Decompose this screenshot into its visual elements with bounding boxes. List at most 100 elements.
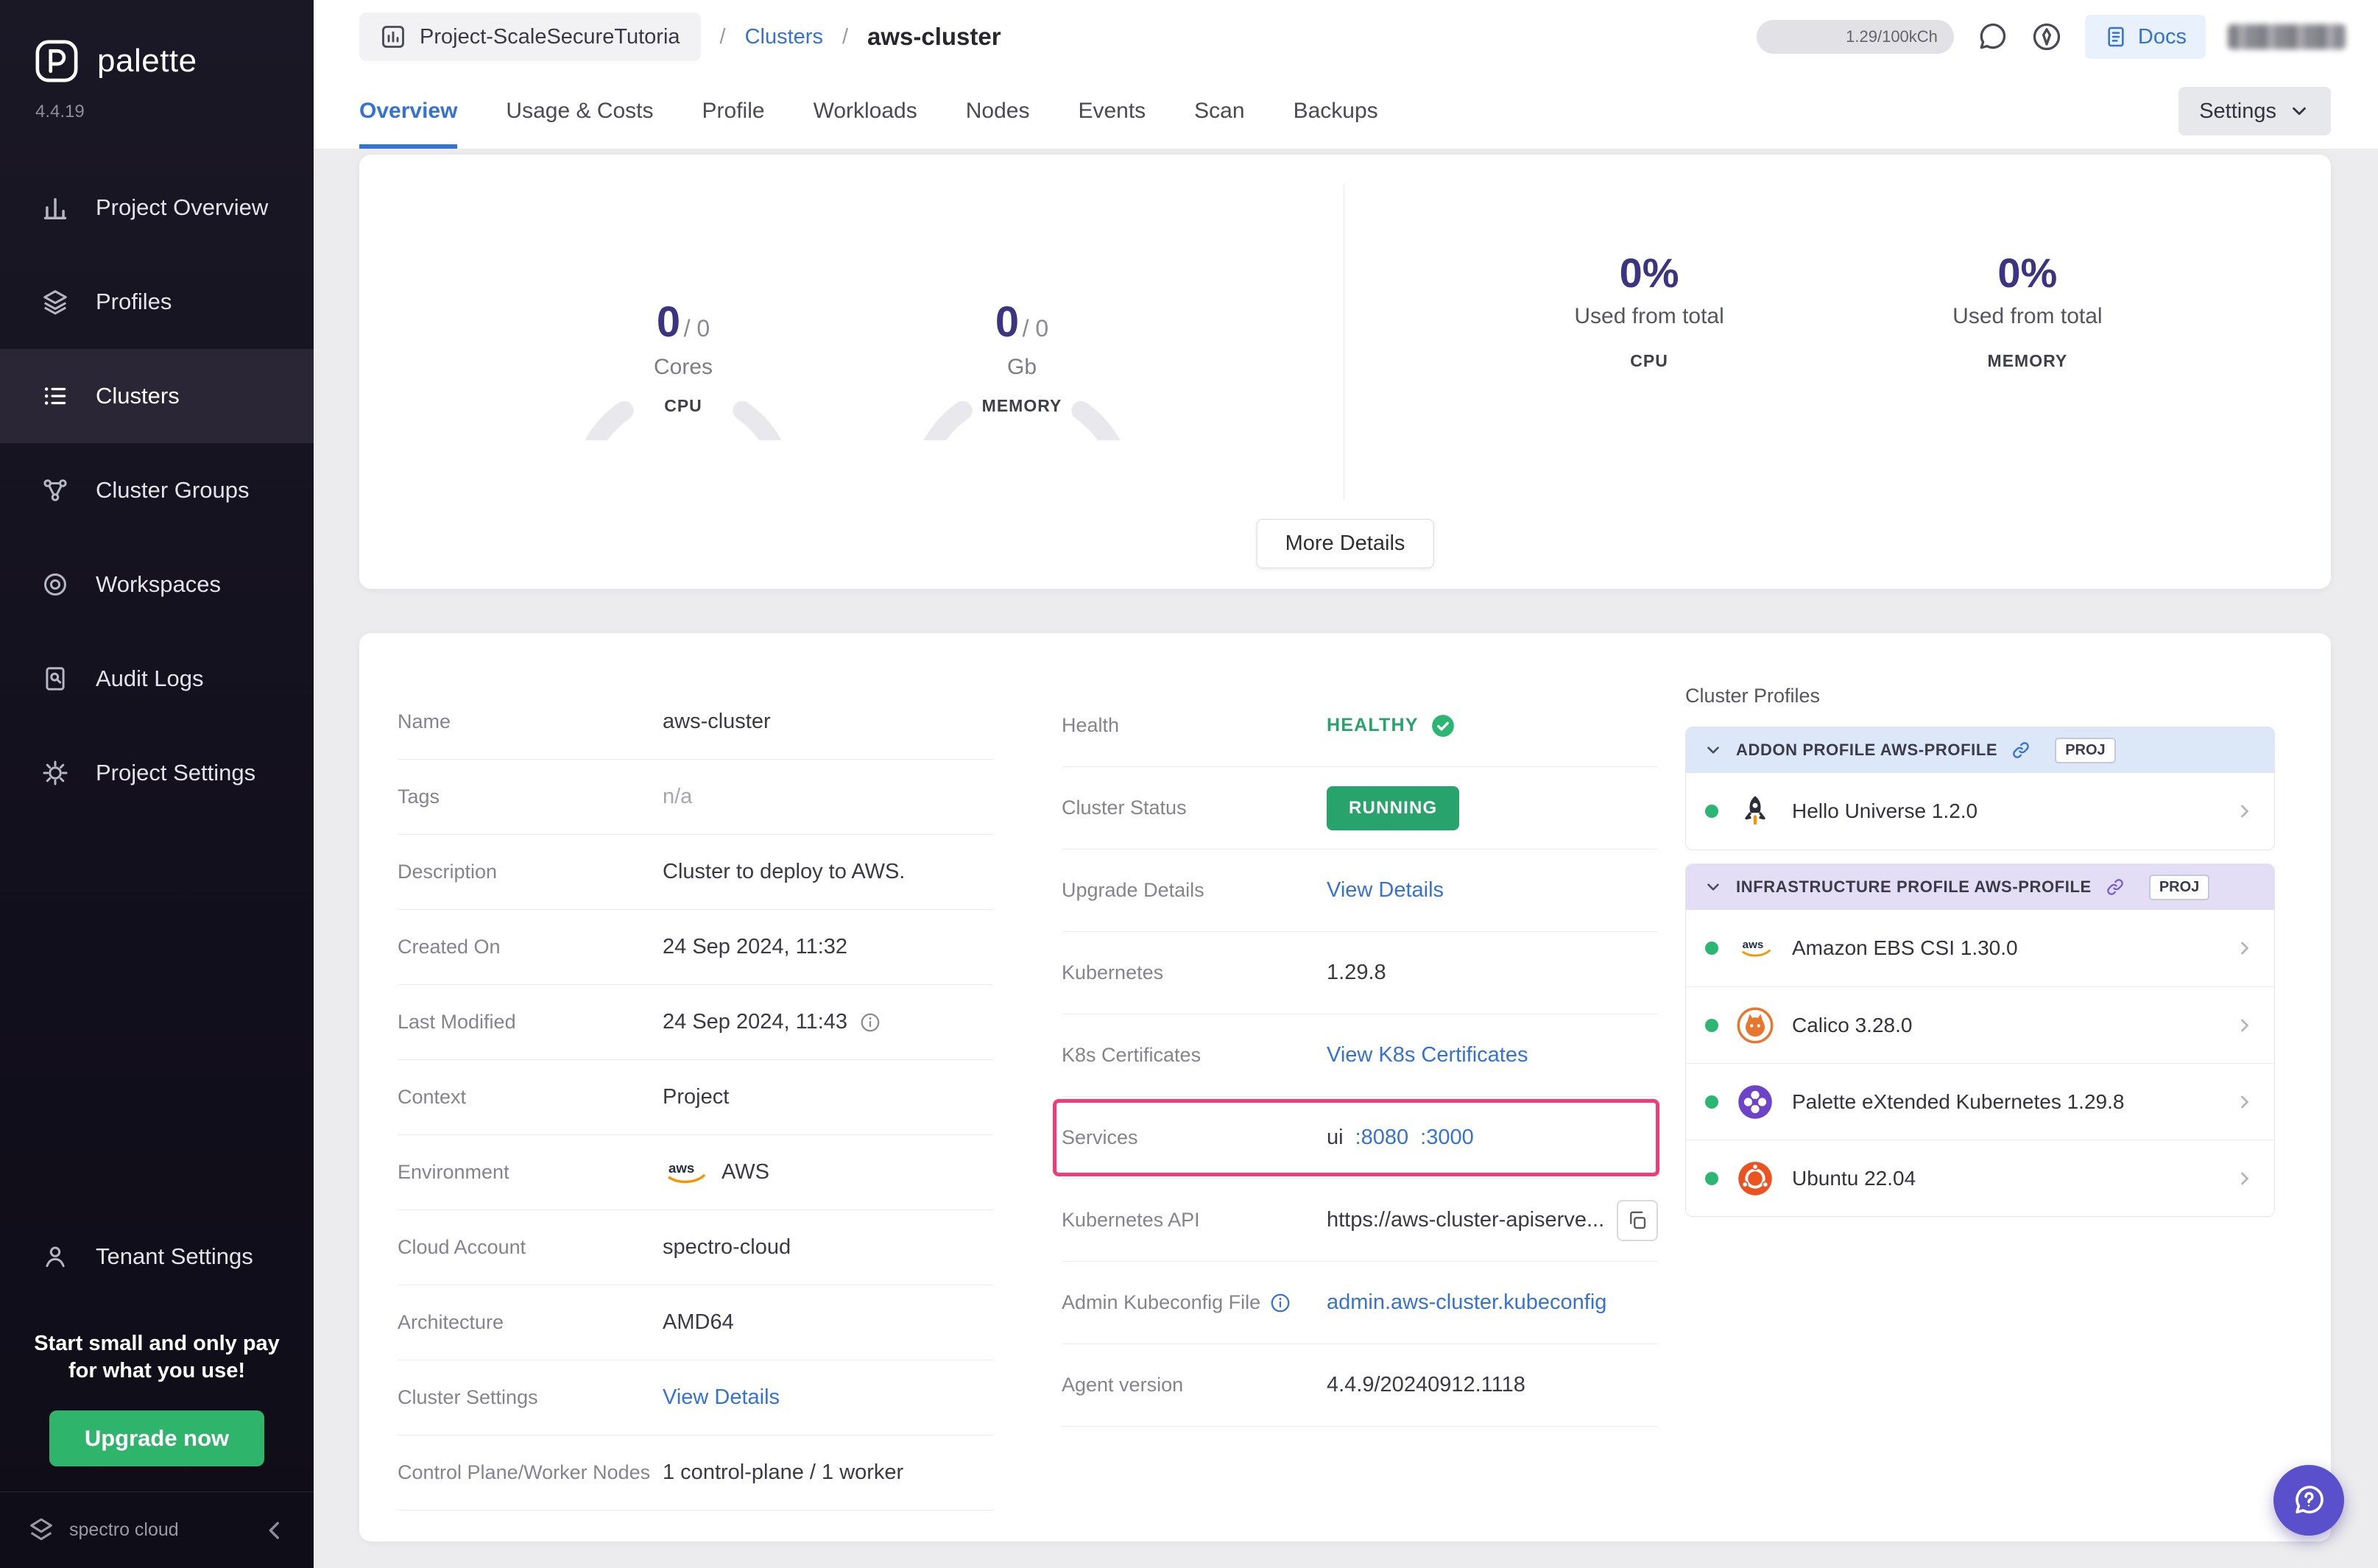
addon-profile-group-header[interactable]: ADDON PROFILE AWS-PROFILE PROJ: [1686, 727, 2274, 773]
info-icon[interactable]: [859, 1011, 881, 1034]
details-middle-column: Health HEALTHY Cluster Status RUNNING Up…: [1053, 685, 1659, 1541]
cluster-settings-view-details-link[interactable]: View Details: [663, 1385, 780, 1410]
chevron-down-icon: [1704, 741, 1723, 760]
sidebar-item-label: Tenant Settings: [96, 1243, 253, 1269]
chevron-right-icon: [2234, 938, 2255, 958]
kubeconfig-download-link[interactable]: admin.aws-cluster.kubeconfig: [1327, 1290, 1606, 1315]
chevron-right-icon: [2234, 1092, 2255, 1112]
profile-item-amazon-ebs-csi[interactable]: aws Amazon EBS CSI 1.30.0: [1686, 910, 2274, 986]
svg-text:aws: aws: [668, 1160, 694, 1176]
service-port-3000-link[interactable]: :3000: [1420, 1126, 1474, 1150]
cluster-profiles-title: Cluster Profiles: [1685, 685, 1821, 707]
sidebar-item-cluster-groups[interactable]: Cluster Groups: [0, 443, 314, 537]
service-port-8080-link[interactable]: :8080: [1355, 1126, 1409, 1150]
audit-logs-icon: [41, 665, 69, 693]
copy-icon: [1630, 1211, 1646, 1229]
breadcrumb-separator: /: [719, 24, 726, 49]
upgrade-now-button[interactable]: Upgrade now: [49, 1410, 265, 1466]
breadcrumb-clusters-link[interactable]: Clusters: [745, 25, 823, 49]
cpu-usage-percent: 0%: [1619, 250, 1679, 296]
copy-api-url-button[interactable]: [1617, 1199, 1658, 1241]
upgrade-view-details-link[interactable]: View Details: [1327, 878, 1444, 903]
detail-row-services: Services ui :8080 :3000: [1053, 1097, 1659, 1179]
chevron-right-icon: [2234, 1015, 2255, 1036]
docs-button[interactable]: Docs: [2084, 15, 2206, 59]
detail-row-tags: Tags n/a: [398, 760, 994, 835]
tab-profile[interactable]: Profile: [702, 74, 765, 149]
memory-gauge-label: MEMORY: [981, 396, 1062, 415]
sidebar-item-profiles[interactable]: Profiles: [0, 255, 314, 349]
detail-row-cloud-account: Cloud Account spectro-cloud: [398, 1210, 994, 1285]
more-details-button[interactable]: More Details: [1256, 519, 1434, 568]
content-area: 0 / 0 Cores CPU 0 / 0 Gb MEMORY 0% Used …: [314, 149, 2378, 1568]
cpu-gauge-unit: Cores: [653, 355, 713, 379]
hello-universe-icon: [1736, 792, 1774, 830]
sidebar-item-clusters[interactable]: Clusters: [0, 349, 314, 443]
project-selector[interactable]: Project-ScaleSecureTutoria: [359, 13, 701, 61]
sidebar-item-project-settings[interactable]: Project Settings: [0, 726, 314, 820]
profile-item-ubuntu[interactable]: Ubuntu 22.04: [1686, 1140, 2274, 1216]
tab-nodes[interactable]: Nodes: [966, 74, 1030, 149]
cpu-usage-label: CPU: [1630, 351, 1668, 370]
app-root: palette 4.4.19 Project Overview Profiles: [0, 0, 2378, 1568]
profile-item-hello-universe[interactable]: Hello Universe 1.2.0: [1686, 773, 2274, 850]
help-icon[interactable]: [2031, 21, 2063, 53]
user-account-name-redacted[interactable]: [2228, 24, 2346, 49]
sidebar-item-project-overview[interactable]: Project Overview: [0, 160, 314, 255]
infrastructure-profile-group-header[interactable]: INFRASTRUCTURE PROFILE AWS-PROFILE PROJ: [1686, 864, 2274, 910]
cluster-details-card: Name aws-cluster Tags n/a Description Cl…: [359, 633, 2331, 1541]
view-k8s-certificates-link[interactable]: View K8s Certificates: [1327, 1043, 1528, 1067]
kubernetes-api-url: https://aws-cluster-apiserve...: [1327, 1208, 1605, 1232]
detail-row-upgrade-details: Upgrade Details View Details: [1062, 850, 1658, 932]
sidebar-item-workspaces[interactable]: Workspaces: [0, 537, 314, 632]
link-icon[interactable]: [2105, 877, 2125, 897]
sidebar-item-label: Clusters: [96, 383, 180, 409]
profile-item-calico[interactable]: Calico 3.28.0: [1686, 986, 2274, 1063]
sidebar-item-label: Workspaces: [96, 571, 221, 597]
cpu-gauge-label: CPU: [664, 396, 702, 415]
chevron-right-icon: [2234, 1168, 2255, 1189]
chat-icon[interactable]: [1976, 21, 2008, 53]
cluster-profiles-panel: Cluster Profiles ADDON PROFILE AWS-PROFI…: [1685, 685, 2275, 1541]
tab-workloads[interactable]: Workloads: [814, 74, 917, 149]
info-icon[interactable]: [1269, 1292, 1291, 1314]
detail-row-context: Context Project: [398, 1060, 994, 1135]
sidebar-item-label: Cluster Groups: [96, 477, 250, 503]
profile-item-palette-extended-kubernetes[interactable]: Palette eXtended Kubernetes 1.29.8: [1686, 1063, 2274, 1140]
main-area: Project-ScaleSecureTutoria / Clusters / …: [314, 0, 2378, 1568]
detail-row-k8s-certificates: K8s Certificates View K8s Certificates: [1062, 1014, 1658, 1097]
brand-name: palette: [97, 43, 197, 79]
collapse-sidebar-icon[interactable]: [262, 1518, 287, 1543]
sidebar-item-tenant-settings[interactable]: Tenant Settings: [0, 1209, 314, 1304]
tab-scan[interactable]: Scan: [1194, 74, 1244, 149]
gauges-zone: 0 / 0 Cores CPU 0 / 0 Gb MEMORY: [359, 155, 1346, 589]
tab-backups[interactable]: Backups: [1294, 74, 1378, 149]
help-chat-fab[interactable]: [2273, 1465, 2344, 1536]
header-right: 1.29/100kCh Docs: [1756, 15, 2346, 59]
project-scope-badge: PROJ: [2148, 874, 2210, 900]
chevron-right-icon: [2234, 801, 2255, 822]
layers-icon: [41, 288, 69, 316]
tab-usage-costs[interactable]: Usage & Costs: [506, 74, 653, 149]
memory-gauge-value: 0 / 0: [995, 298, 1049, 346]
sidebar-item-label: Audit Logs: [96, 665, 204, 691]
spectro-cloud-logo-icon: [27, 1516, 56, 1545]
memory-gauge: 0 / 0 Gb MEMORY: [908, 212, 1136, 440]
docs-label: Docs: [2137, 24, 2187, 49]
project-name: Project-ScaleSecureTutoria: [420, 24, 680, 49]
settings-dropdown-button[interactable]: Settings: [2178, 87, 2331, 135]
tab-events[interactable]: Events: [1078, 74, 1146, 149]
link-icon[interactable]: [2011, 740, 2031, 760]
infrastructure-profile-group: INFRASTRUCTURE PROFILE AWS-PROFILE PROJ: [1685, 864, 2275, 1217]
top-header: Project-ScaleSecureTutoria / Clusters / …: [314, 0, 2378, 74]
clusters-icon: [41, 382, 69, 410]
tab-overview[interactable]: Overview: [359, 74, 458, 149]
ubuntu-icon: [1736, 1159, 1774, 1198]
memory-usage-caption: Used from total: [1952, 304, 2103, 328]
docs-icon: [2104, 25, 2128, 49]
sidebar-item-audit-logs[interactable]: Audit Logs: [0, 632, 314, 726]
health-status: HEALTHY: [1327, 715, 1419, 735]
detail-row-environment: Environment aws AWS: [398, 1135, 994, 1210]
addon-profile-group: ADDON PROFILE AWS-PROFILE PROJ Hello Uni…: [1685, 727, 2275, 850]
